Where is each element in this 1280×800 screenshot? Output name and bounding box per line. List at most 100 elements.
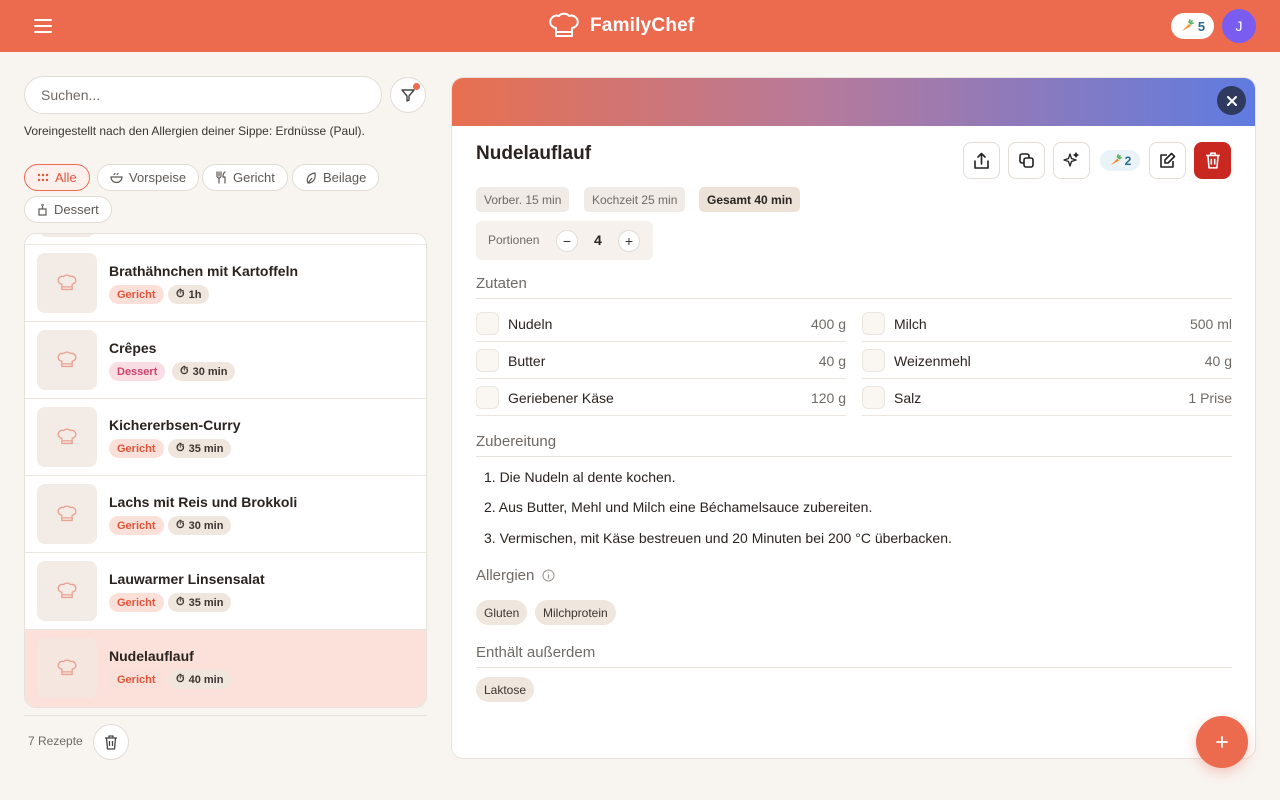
ingredient-name: Salz	[894, 390, 922, 406]
category-tag: Gericht	[109, 516, 164, 535]
recipe-list[interactable]: Brathähnchen mit Kartoffeln Gericht ⏱ 1h …	[24, 233, 427, 708]
time-tag: ⏱ 30 min	[172, 362, 236, 381]
ingredients-heading: Zutaten	[476, 275, 527, 292]
add-recipe-button[interactable]	[1196, 716, 1248, 768]
chef-hat-icon	[57, 351, 77, 368]
filter-chip-label: Beilage	[323, 170, 367, 185]
time-value: 30 min	[192, 365, 228, 378]
carrot-count: 5	[1197, 18, 1206, 34]
app-brand[interactable]: FamilyChef	[548, 10, 694, 42]
timer-icon: ⏱	[176, 519, 185, 531]
timer-icon: ⏱	[176, 288, 185, 300]
user-avatar[interactable]: J	[1222, 9, 1256, 43]
ingredient-checkbox[interactable]	[862, 312, 885, 335]
allergen-pill: Milchprotein	[535, 600, 616, 625]
category-tag: Gericht	[109, 670, 164, 689]
timer-icon: ⏱	[180, 365, 189, 377]
ingredient-checkbox[interactable]	[862, 349, 885, 372]
also-contains-heading: Enthält außerdem	[476, 644, 596, 661]
filter-active-dot	[413, 83, 420, 90]
filter-chip-label: Dessert	[54, 202, 99, 217]
total-time-badge: Gesamt 40 min	[699, 187, 801, 212]
section-divider	[476, 667, 1232, 668]
ingredient-checkbox[interactable]	[476, 386, 499, 409]
recipe-carrot-counter[interactable]: 2	[1100, 150, 1140, 171]
time-value: 35 min	[188, 442, 224, 455]
recipe-row[interactable]: Kichererbsen-Curry Gericht ⏱ 35 min	[25, 399, 426, 476]
recipe-row[interactable]: Lauwarmer Linsensalat Gericht ⏱ 35 min	[25, 553, 426, 630]
carrot-counter[interactable]: 5	[1171, 13, 1214, 39]
ingredient-qty: 400 g	[810, 316, 846, 332]
ingredient-row: Nudeln 400 g	[476, 305, 846, 342]
portions-decrease-button[interactable]: −	[556, 230, 578, 252]
allergens-heading-wrap: Allergien	[476, 567, 555, 584]
ai-assist-button[interactable]	[1053, 142, 1090, 179]
recipe-row[interactable]: Lachs mit Reis und Brokkoli Gericht ⏱ 30 …	[25, 476, 426, 553]
recipe-title: Nudelauflauf	[109, 648, 194, 664]
search-input[interactable]	[24, 76, 382, 114]
recipe-title: Brathähnchen mit Kartoffeln	[109, 263, 299, 279]
bowl-icon	[110, 172, 123, 184]
recipe-row[interactable]: Brathähnchen mit Kartoffeln Gericht ⏱ 1h	[25, 245, 426, 322]
ingredient-row: Milch 500 ml	[862, 305, 1232, 342]
prep-time-badge: Vorber. 15 min	[476, 187, 570, 212]
recipe-thumbnail	[37, 561, 97, 621]
ingredient-row: Butter 40 g	[476, 342, 846, 379]
share-icon	[974, 152, 989, 169]
recipe-thumbnail	[37, 484, 97, 544]
preparation-step: 3. Vermischen, mit Käse bestreuen und 20…	[484, 530, 952, 546]
filter-button[interactable]	[390, 77, 426, 113]
recipe-detail-card: Nudelauflauf 2 Vorber. 15 min Kochzeit 2…	[451, 77, 1256, 759]
ingredient-checkbox[interactable]	[476, 349, 499, 372]
recipe-count: 7 Rezepte	[28, 734, 83, 748]
recipe-detail-title: Nudelauflauf	[476, 143, 592, 164]
filter-chip-beilage[interactable]: Beilage	[292, 164, 380, 191]
copy-button[interactable]	[1008, 142, 1045, 179]
portions-increase-button[interactable]: +	[618, 230, 640, 252]
copy-icon	[1019, 153, 1034, 168]
leaf-icon	[306, 172, 316, 184]
delete-button[interactable]	[1194, 142, 1231, 179]
portions-label: Portionen	[488, 233, 540, 247]
edit-button[interactable]	[1149, 142, 1186, 179]
filter-chip-alle[interactable]: Alle	[24, 164, 90, 191]
share-button[interactable]	[963, 142, 1000, 179]
time-value: 1h	[188, 288, 202, 301]
ingredient-name: Milch	[894, 316, 927, 332]
filter-chip-label: Alle	[55, 170, 77, 185]
recipe-thumbnail	[37, 253, 97, 313]
timer-icon: ⏱	[176, 673, 185, 685]
menu-button[interactable]	[28, 14, 58, 38]
timer-icon: ⏱	[176, 596, 185, 608]
filter-chip-dessert[interactable]: Dessert	[24, 196, 112, 223]
ingredient-row: Weizenmehl 40 g	[862, 342, 1232, 379]
delete-all-button[interactable]	[93, 724, 129, 760]
time-tag: ⏱ 35 min	[168, 439, 232, 458]
chef-hat-icon	[57, 582, 77, 599]
category-tag: Gericht	[109, 593, 164, 612]
ingredient-qty: 40 g	[1204, 353, 1232, 369]
ingredient-checkbox[interactable]	[476, 312, 499, 335]
recipe-thumbnail	[37, 638, 97, 698]
carrot-icon	[1181, 19, 1194, 31]
filter-chip-gericht[interactable]: Gericht	[202, 164, 288, 191]
also-contains-pill: Laktose	[476, 677, 535, 702]
chef-hat-icon	[57, 274, 77, 291]
ingredient-name: Butter	[508, 353, 546, 369]
preparation-step: 1. Die Nudeln al dente kochen.	[484, 469, 676, 485]
carrot-count: 2	[1124, 153, 1132, 168]
time-tag: ⏱ 35 min	[168, 593, 232, 612]
trash-icon	[105, 734, 117, 750]
recipe-row[interactable]: Crêpes Dessert ⏱ 30 min	[25, 322, 426, 399]
ingredient-checkbox[interactable]	[862, 386, 885, 409]
filter-chip-vorspeise[interactable]: Vorspeise	[97, 164, 200, 191]
section-divider	[476, 298, 1232, 299]
recipe-row-selected[interactable]: Nudelauflauf Gericht ⏱ 40 min	[25, 630, 426, 707]
close-button[interactable]	[1217, 86, 1246, 115]
trash-icon	[1205, 152, 1220, 169]
grid-icon	[37, 173, 49, 181]
info-icon[interactable]	[542, 569, 555, 582]
portions-value: 4	[594, 232, 602, 248]
recipe-thumbnail	[39, 234, 95, 237]
ingredient-name: Nudeln	[508, 316, 553, 332]
